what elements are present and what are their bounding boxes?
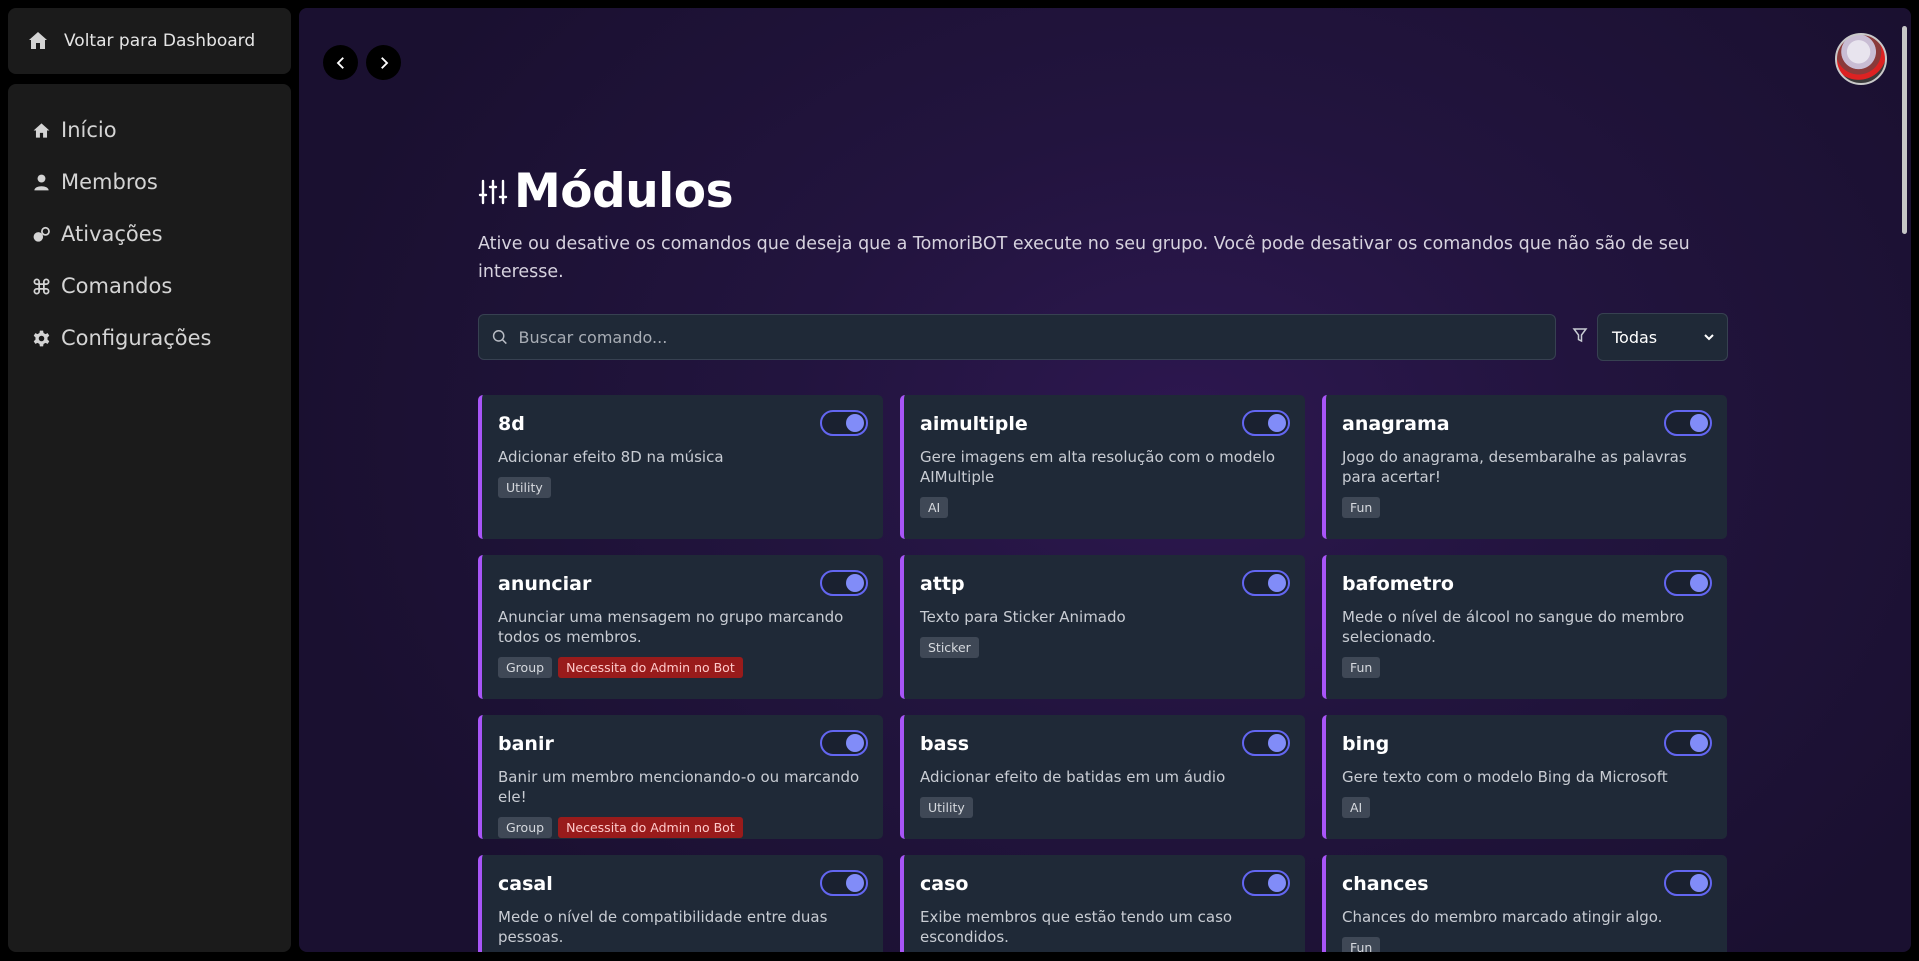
command-name: anagrama: [1342, 413, 1450, 435]
back-to-dashboard-button[interactable]: Voltar para Dashboard: [8, 8, 291, 74]
command-toggle[interactable]: [1664, 570, 1712, 596]
category-tag: Fun: [1342, 657, 1381, 678]
command-toggle[interactable]: [820, 570, 868, 596]
back-to-dashboard-label: Voltar para Dashboard: [64, 31, 256, 51]
app-window: Voltar para Dashboard Início Membros Ati…: [0, 0, 1919, 961]
command-name: aimultiple: [920, 413, 1028, 435]
sidebar-item-comandos[interactable]: Comandos: [8, 260, 291, 312]
command-toggle[interactable]: [1664, 870, 1712, 896]
scrollbar[interactable]: [1899, 8, 1909, 952]
sidebar-item-label: Ativações: [61, 222, 163, 246]
sidebar-item-configuracoes[interactable]: Configurações: [8, 312, 291, 364]
command-description: Banir um membro mencionando-o ou marcand…: [498, 768, 860, 806]
category-tag: Utility: [498, 477, 551, 498]
sidebar-item-membros[interactable]: Membros: [8, 156, 291, 208]
command-description: Chances do membro marcado atingir algo.: [1342, 908, 1663, 926]
scrollbar-thumb[interactable]: [1902, 26, 1907, 234]
command-description: Texto para Sticker Animado: [920, 608, 1126, 626]
command-name: chances: [1342, 873, 1429, 895]
user-icon: [34, 174, 49, 190]
command-toggle[interactable]: [1664, 730, 1712, 756]
sliders-icon: [478, 179, 508, 204]
admin-required-badge: Necessita do Admin no Bot: [558, 817, 743, 838]
category-tag: Sticker: [920, 637, 979, 658]
category-tag: Group: [498, 817, 553, 838]
command-card: 8d Adicionar efeito 8D na música Utility: [478, 395, 883, 539]
command-description: Adicionar efeito 8D na música: [498, 448, 724, 466]
category-tag: Fun: [1342, 937, 1381, 952]
search-input[interactable]: [518, 327, 1555, 347]
command-name: casal: [498, 873, 553, 895]
command-card: attp Texto para Sticker Animado Sticker: [900, 555, 1305, 699]
sidebar-item-label: Início: [61, 118, 117, 142]
command-description: Mede o nível de compatibilidade entre du…: [498, 908, 828, 946]
category-tag: Fun: [1342, 497, 1381, 518]
main-panel: Módulos Ative ou desative os comandos qu…: [299, 8, 1911, 952]
command-name: anunciar: [498, 573, 592, 595]
command-card: bass Adicionar efeito de batidas em um á…: [900, 715, 1305, 839]
category-select[interactable]: Todas: [1597, 313, 1728, 361]
command-card: anagrama Jogo do anagrama, desembaralhe …: [1322, 395, 1727, 539]
sidebar-item-inicio[interactable]: Início: [8, 104, 291, 156]
sidebar-nav: Início Membros Ativações Comandos Config…: [8, 84, 291, 952]
sidebar-item-label: Comandos: [61, 274, 173, 298]
command-description: Exibe membros que estão tendo um caso es…: [920, 908, 1233, 946]
command-name: banir: [498, 733, 554, 755]
chevron-down-icon: [1704, 334, 1714, 341]
page-subtitle: Ative ou desative os comandos que deseja…: [478, 234, 1690, 282]
category-tag: AI: [920, 497, 949, 518]
forward-arrow-button[interactable]: [366, 45, 401, 80]
page-header: Módulos: [478, 164, 734, 219]
search-box[interactable]: [478, 314, 1556, 360]
command-name: bass: [920, 733, 970, 755]
command-card: casal Mede o nível de compatibilidade en…: [478, 855, 883, 952]
command-icon: [33, 278, 50, 294]
command-description: Mede o nível de álcool no sangue do memb…: [1342, 608, 1685, 646]
command-toggle[interactable]: [1242, 730, 1290, 756]
command-name: caso: [920, 873, 969, 895]
command-toggle[interactable]: [1664, 410, 1712, 436]
category-tag: AI: [1342, 797, 1371, 818]
command-name: attp: [920, 573, 965, 595]
admin-required-badge: Necessita do Admin no Bot: [558, 657, 743, 678]
command-card: anunciar Anunciar uma mensagem no grupo …: [478, 555, 883, 699]
sidebar-item-label: Configurações: [61, 326, 212, 350]
toggle-icon: [33, 226, 50, 242]
command-toggle[interactable]: [1242, 410, 1290, 436]
command-toggle[interactable]: [820, 730, 868, 756]
command-card: bing Gere texto com o modelo Bing da Mic…: [1322, 715, 1727, 839]
page-title: Módulos: [514, 164, 734, 219]
home-icon: [33, 122, 50, 138]
sidebar-item-ativacoes[interactable]: Ativações: [8, 208, 291, 260]
command-card: chances Chances do membro marcado atingi…: [1322, 855, 1727, 952]
command-description: Gere texto com o modelo Bing da Microsof…: [1342, 768, 1668, 786]
command-toggle[interactable]: [820, 870, 868, 896]
command-description: Anunciar uma mensagem no grupo marcando …: [498, 608, 844, 646]
command-card: bafometro Mede o nível de álcool no sang…: [1322, 555, 1727, 699]
category-tag: Group: [498, 657, 553, 678]
home-icon: [29, 32, 47, 49]
sidebar-item-label: Membros: [61, 170, 158, 194]
command-name: bafometro: [1342, 573, 1454, 595]
command-name: 8d: [498, 413, 525, 435]
command-toggle[interactable]: [1242, 570, 1290, 596]
chevron-left-icon: [336, 56, 344, 69]
command-description: Adicionar efeito de batidas em um áudio: [920, 768, 1226, 786]
command-description: Jogo do anagrama, desembaralhe as palavr…: [1342, 448, 1687, 486]
command-toggle[interactable]: [820, 410, 868, 436]
command-card: caso Exibe membros que estão tendo um ca…: [900, 855, 1305, 952]
command-description: Gere imagens em alta resolução com o mod…: [920, 448, 1276, 486]
command-toggle[interactable]: [1242, 870, 1290, 896]
command-name: bing: [1342, 733, 1390, 755]
search-icon: [492, 330, 507, 345]
avatar[interactable]: [1835, 33, 1887, 85]
category-select-value: Todas: [1612, 327, 1658, 347]
command-card: banir Banir um membro mencionando-o ou m…: [478, 715, 883, 839]
chevron-right-icon: [380, 56, 388, 69]
back-arrow-button[interactable]: [323, 45, 358, 80]
category-tag: Utility: [920, 797, 973, 818]
filter-icon: [1572, 328, 1588, 343]
command-card: aimultiple Gere imagens em alta resoluçã…: [900, 395, 1305, 539]
gear-icon: [33, 330, 50, 346]
